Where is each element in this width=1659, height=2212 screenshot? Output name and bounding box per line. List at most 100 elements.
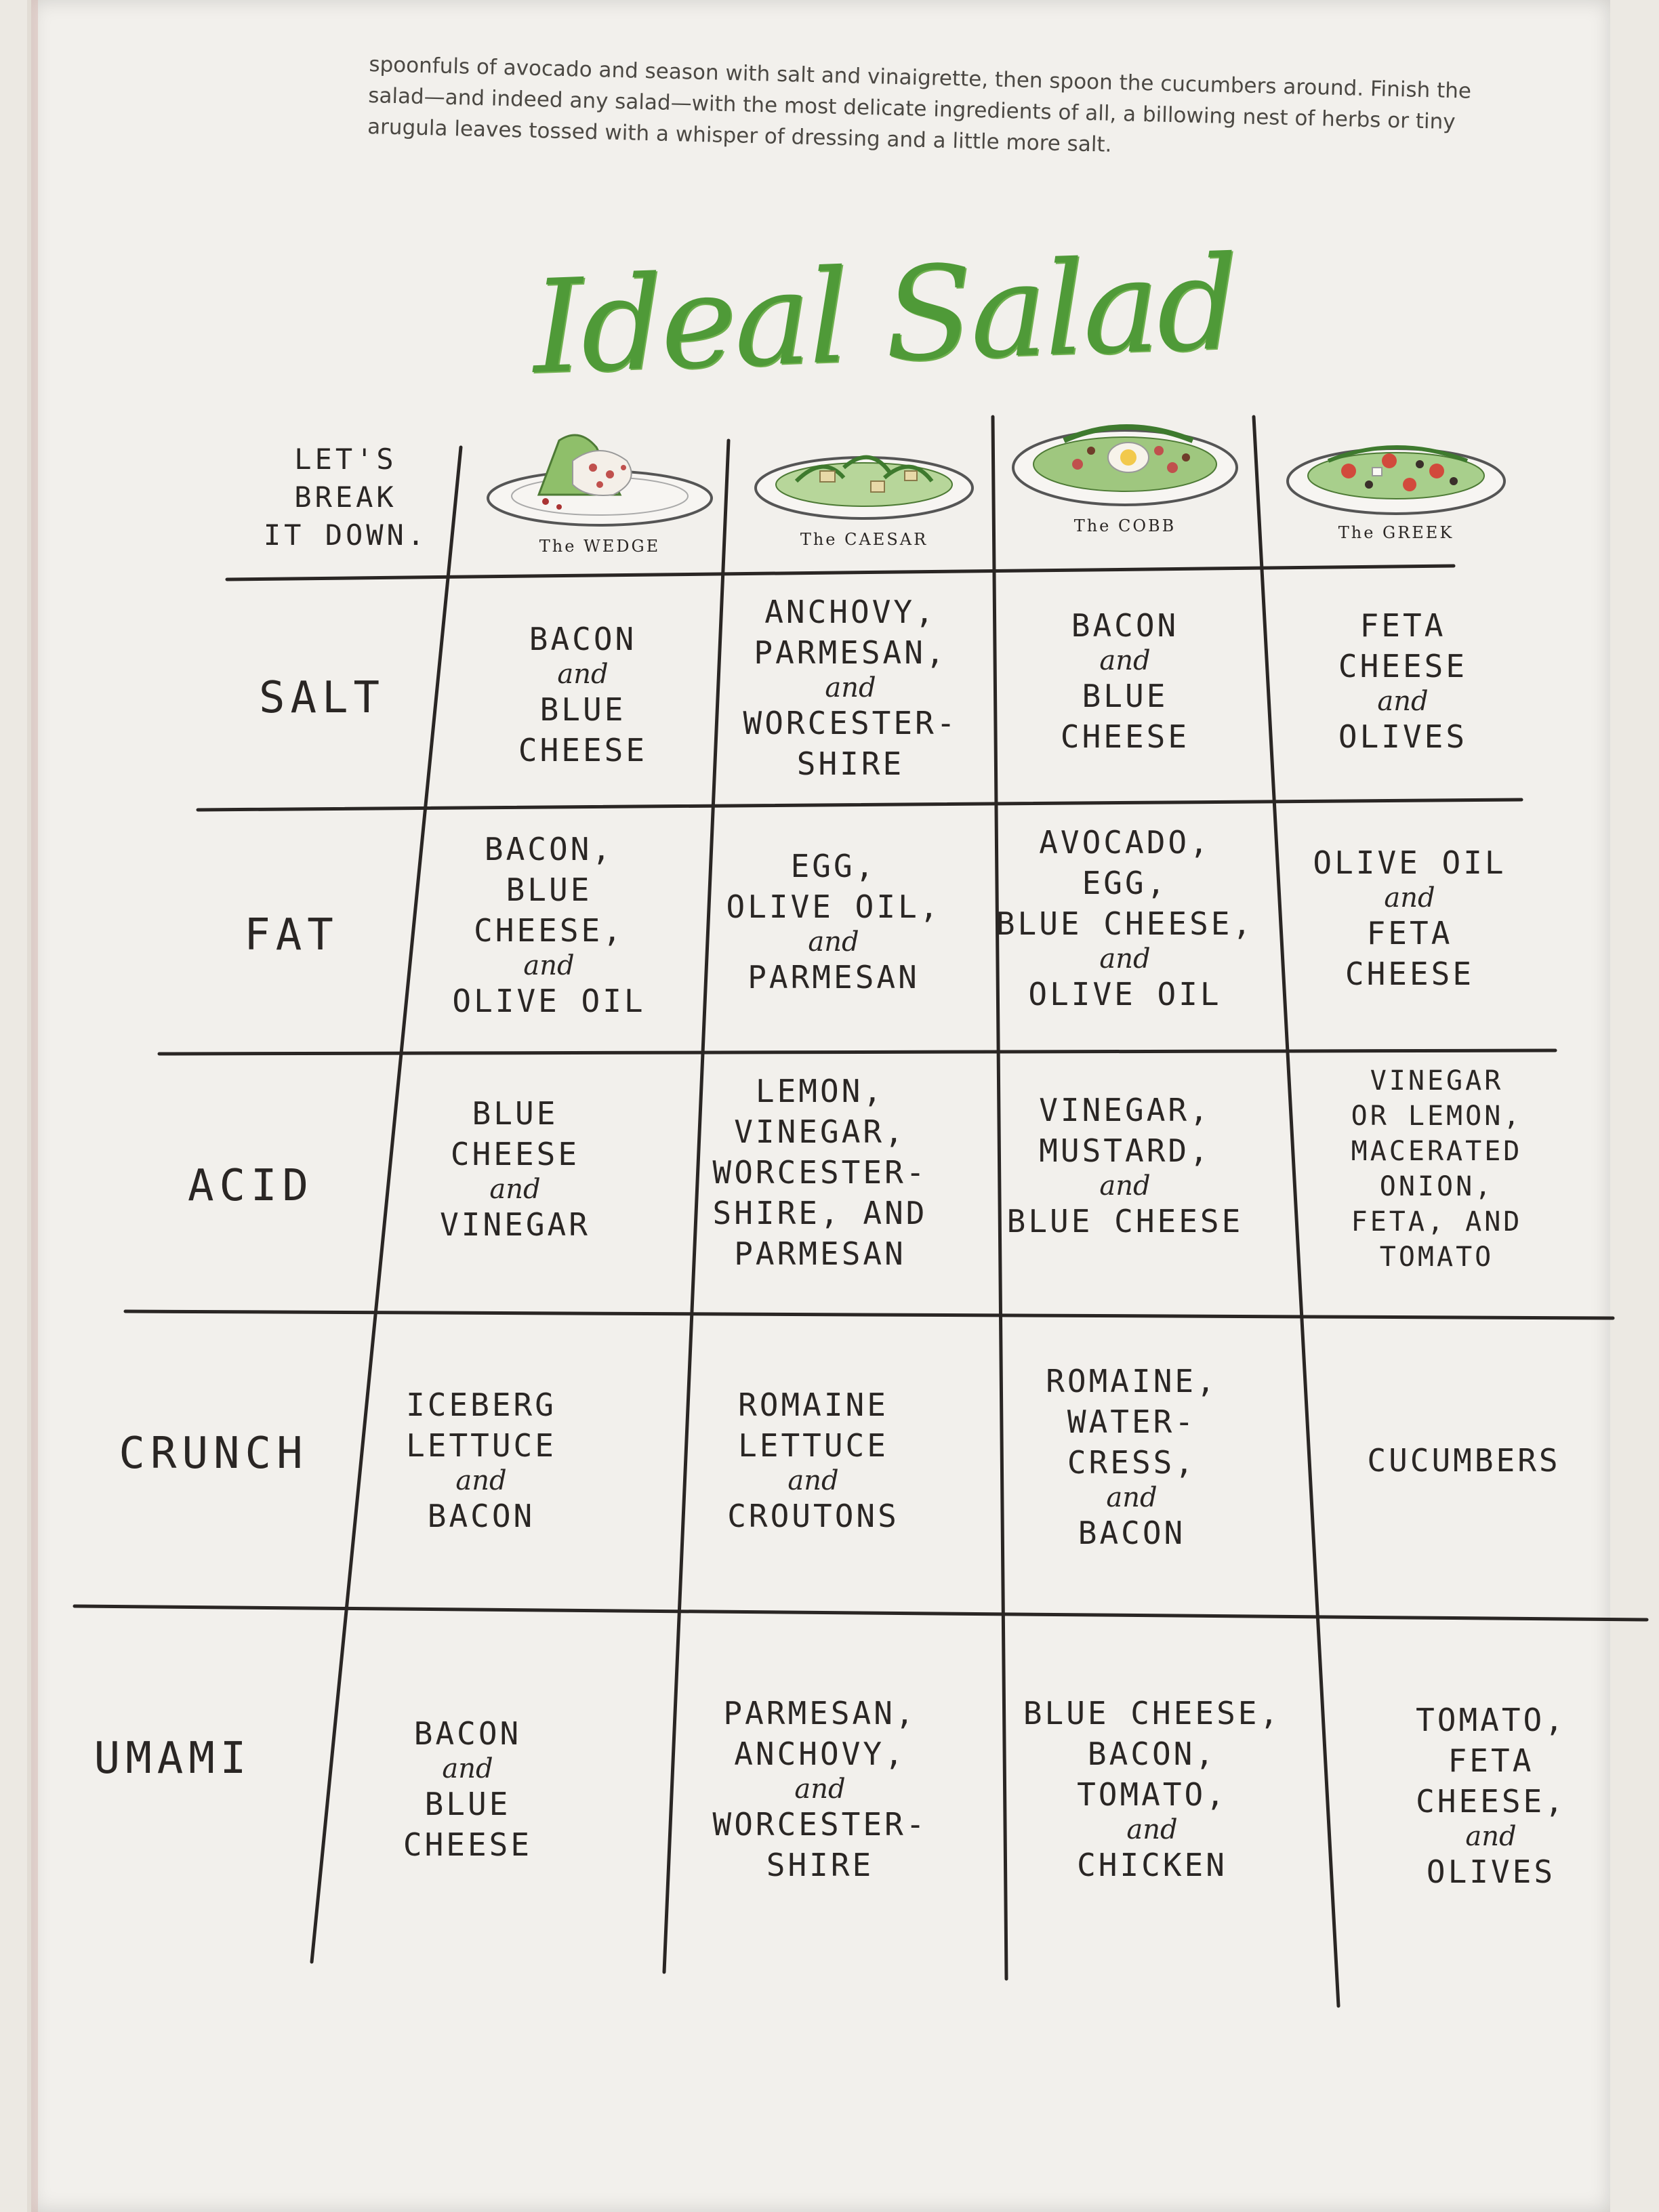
cell-text: and: [1377, 686, 1429, 717]
cell-text: CHEESE: [1060, 718, 1190, 755]
cell-text: VINEGAR,: [734, 1113, 906, 1150]
column-name-caesar: The CAESAR: [800, 530, 928, 549]
cell-text: LETTUCE: [738, 1427, 888, 1464]
cell-text: EGG,: [790, 848, 877, 884]
cell-text: SHIRE: [766, 1847, 874, 1883]
cell-text: BLUE: [506, 872, 592, 908]
cell-acid-caesar: LEMON, VINEGAR, WORCESTER- SHIRE, and PA…: [684, 1061, 956, 1284]
cell-text: PARMESAN,: [723, 1695, 917, 1732]
cell-salt-cobb: BACON and BLUE CHEESE: [989, 569, 1261, 793]
cell-crunch-caesar: ROMAINE LETTUCE and CROUTONS: [678, 1328, 949, 1593]
column-header-wedge: The WEDGE: [478, 420, 722, 556]
cell-text: and: [557, 659, 609, 690]
cell-text: FETA: [1359, 607, 1446, 644]
grid-line-h2: [157, 1048, 1557, 1056]
cell-text: CHEESE: [518, 732, 648, 769]
cell-text: LETTUCE: [406, 1427, 556, 1464]
column-header-cobb: The COBB: [1003, 400, 1247, 535]
cell-fat-cobb: AVOCADO, EGG, BLUE CHEESE, and OLIVE OIL: [989, 806, 1261, 1030]
greek-salad-illustration: [1286, 445, 1506, 515]
cell-crunch-cobb: ROMAINE, WATER- CRESS, and BACON: [996, 1322, 1267, 1593]
cell-text: OLIVE OIL,: [726, 888, 941, 925]
cell-text: and: [1465, 1821, 1517, 1852]
row-label-acid: ACID: [187, 1161, 314, 1211]
cell-text: BACON,: [1087, 1736, 1217, 1772]
cell-crunch-wedge: ICEBERG LETTUCE and BACON: [346, 1328, 617, 1593]
column-name-cobb: The COBB: [1073, 516, 1176, 535]
row-label-salt: SALT: [258, 673, 386, 723]
column-header-greek: The GREEK: [1274, 407, 1518, 542]
cell-salt-caesar: ANCHOVY, PARMESAN, and WORCESTER- SHIRE: [715, 576, 986, 800]
cobb-salad-illustration: [1012, 424, 1238, 506]
cell-text: BLUE CHEESE: [1006, 1203, 1244, 1240]
cell-crunch-greek: CUCUMBERS: [1328, 1328, 1599, 1593]
cell-text: CHEESE: [403, 1826, 533, 1863]
cell-text: VINEGAR: [440, 1206, 590, 1243]
cell-text: TOMATO: [1379, 1242, 1494, 1273]
cell-text: and: [1099, 943, 1151, 975]
cell-text: or LEMON,: [1351, 1101, 1523, 1132]
grid-line-h4: [73, 1604, 1649, 1622]
cell-text: and: [787, 1465, 839, 1496]
cell-text: and: [1099, 645, 1151, 676]
cell-text: PARMESAN,: [754, 634, 947, 671]
cell-fat-wedge: BACON, BLUE CHEESE, and OLIVE OIL: [413, 813, 684, 1037]
cell-text: WORCESTER-: [712, 1154, 928, 1191]
cell-text: BACON,: [484, 831, 614, 867]
corner-label: LET'S BREAK IT DOWN.: [237, 441, 454, 562]
grid-line-h3: [123, 1309, 1615, 1320]
cell-umami-greek: TOMATO, FETA CHEESE, and OLIVES: [1355, 1640, 1626, 1952]
cell-text: CHEESE,: [1416, 1783, 1566, 1820]
cell-text: OLIVE OIL: [452, 983, 646, 1019]
cell-text: BLUE: [539, 691, 626, 728]
row-label-crunch: CRUNCH: [119, 1429, 308, 1479]
cell-text: BLUE CHEESE,: [996, 905, 1254, 942]
cell-text: and: [1099, 1170, 1151, 1202]
cell-text: BLUE: [424, 1786, 511, 1822]
cell-text: CRESS,: [1067, 1444, 1197, 1481]
cell-text: ANCHOVY,: [734, 1736, 906, 1772]
cell-text: VINEGAR: [1370, 1065, 1504, 1097]
cell-umami-caesar: PARMESAN, ANCHOVY, and WORCESTER- SHIRE: [684, 1633, 956, 1945]
cell-text: TOMATO,: [1416, 1702, 1566, 1738]
row-label-fat: FAT: [244, 910, 339, 960]
cell-text: and: [489, 1174, 541, 1205]
cell-text: BACON: [1071, 607, 1179, 644]
cell-text: OLIVES: [1338, 718, 1468, 755]
cell-text: VINEGAR,: [1039, 1092, 1211, 1128]
cell-text: and: [1106, 1482, 1158, 1513]
cell-text: TOMATO,: [1077, 1776, 1227, 1813]
cell-text: CHEESE: [450, 1136, 580, 1172]
column-header-caesar: The CAESAR: [742, 413, 986, 549]
cell-text: and: [455, 1465, 507, 1496]
cell-text: BACON: [427, 1498, 535, 1534]
cell-text: OLIVE OIL: [1028, 976, 1222, 1012]
cell-text: PARMESAN: [747, 959, 920, 996]
cell-text: OLIVE OIL: [1313, 844, 1507, 881]
cell-text: BLUE: [472, 1095, 558, 1132]
cell-text: PARMESAN: [734, 1235, 906, 1272]
cell-text: OLIVES: [1426, 1853, 1556, 1890]
column-name-greek: The GREEK: [1338, 523, 1454, 542]
cell-salt-wedge: BACON and BLUE CHEESE: [447, 583, 718, 806]
cell-text: FETA, and: [1351, 1206, 1523, 1237]
cell-text: LEMON,: [755, 1073, 885, 1109]
cell-umami-wedge: BACON and BLUE CHEESE: [332, 1633, 603, 1945]
cell-text: CHEESE: [1345, 956, 1475, 992]
cell-text: and: [825, 672, 876, 703]
cell-text: ICEBERG: [406, 1387, 556, 1423]
cell-acid-wedge: BLUE CHEESE and VINEGAR: [380, 1057, 651, 1281]
cell-text: FETA: [1448, 1742, 1534, 1779]
cell-text: CHICKEN: [1077, 1847, 1227, 1883]
cell-text: FETA: [1366, 915, 1453, 951]
cell-text: EGG,: [1082, 865, 1168, 901]
cell-text: WATER-: [1067, 1404, 1197, 1440]
row-label-umami: UMAMI: [94, 1734, 252, 1784]
cell-text: MACERATED: [1351, 1136, 1523, 1167]
corner-line-1: LET'S: [294, 443, 397, 476]
cell-fat-caesar: EGG, OLIVE OIL, and PARMESAN: [698, 810, 969, 1033]
wedge-salad-illustration: [487, 434, 713, 527]
corner-line-3: IT DOWN.: [263, 518, 428, 552]
cell-text: BLUE CHEESE,: [1023, 1695, 1282, 1732]
cell-text: ANCHOVY,: [764, 594, 937, 630]
